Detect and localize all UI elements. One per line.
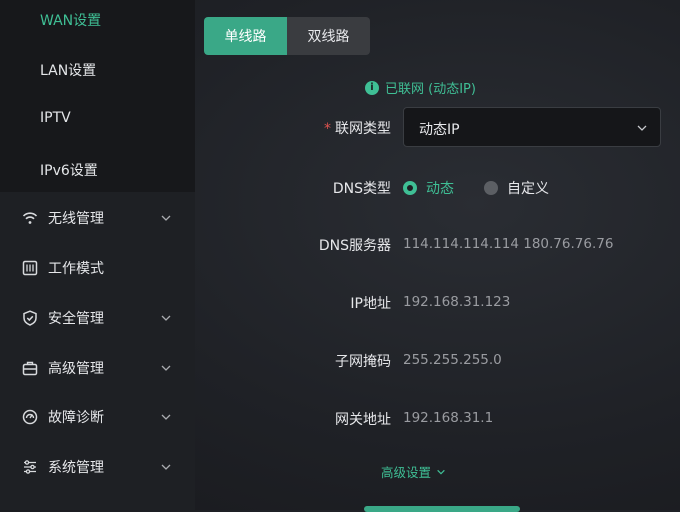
tab-dual-line[interactable]: 双线路 xyxy=(287,17,370,55)
connection-type-label-text: 联网类型 xyxy=(335,121,391,137)
ip-address-label: IP地址 xyxy=(350,296,391,312)
status-text: 已联网 (动态IP) xyxy=(385,82,476,97)
dns-servers-label: DNS服务器 xyxy=(318,238,391,254)
connection-type-select[interactable]: 动态IP xyxy=(403,107,661,147)
shield-icon xyxy=(23,310,37,326)
save-button-edge[interactable] xyxy=(364,506,520,512)
sidebar-item-security[interactable]: 安全管理 xyxy=(0,301,195,335)
chevron-down-icon xyxy=(161,215,171,221)
sidebar-item-advanced[interactable]: 高级管理 xyxy=(0,351,195,385)
toolbox-icon xyxy=(22,361,38,376)
required-mark: * xyxy=(324,121,331,137)
chevron-down-icon xyxy=(161,315,171,321)
dns-servers-value: 114.114.114.114 180.76.76.76 xyxy=(403,236,614,252)
sidebar-item-label: 安全管理 xyxy=(48,311,104,327)
chevron-down-icon xyxy=(161,365,171,371)
tab-single-line[interactable]: 单线路 xyxy=(204,17,287,55)
chevron-down-icon xyxy=(637,125,647,131)
sidebar-item-lan[interactable]: LAN设置 xyxy=(40,60,96,80)
sidebar-item-ipv6[interactable]: IPv6设置 xyxy=(40,160,98,180)
line-mode-tabs: 单线路 双线路 xyxy=(204,17,370,55)
dns-type-dynamic-label: 动态 xyxy=(426,181,454,197)
sidebar-item-label: 无线管理 xyxy=(48,211,104,227)
gateway-label: 网关地址 xyxy=(335,412,391,428)
chevron-down-icon xyxy=(161,414,171,420)
ip-address-value: 192.168.31.123 xyxy=(403,294,511,310)
sidebar-item-iptv[interactable]: IPTV xyxy=(40,110,71,126)
sidebar-item-diagnostics[interactable]: 故障诊断 xyxy=(0,400,195,434)
dns-type-label: DNS类型 xyxy=(332,181,391,197)
connection-type-value: 动态IP xyxy=(419,122,460,138)
sidebar-item-label: 高级管理 xyxy=(48,361,104,377)
radio-selected-icon xyxy=(403,181,417,195)
subnet-mask-value: 255.255.255.0 xyxy=(403,352,502,368)
diagnose-icon xyxy=(22,409,38,425)
sidebar-item-wireless[interactable]: 无线管理 xyxy=(0,201,195,235)
sidebar-item-wan[interactable]: WAN设置 xyxy=(40,10,101,30)
connection-status: i 已联网 (动态IP) xyxy=(365,78,476,97)
chevron-down-icon xyxy=(161,464,171,470)
dns-type-custom-label: 自定义 xyxy=(507,181,549,197)
info-icon: i xyxy=(365,80,379,95)
gateway-value: 192.168.31.1 xyxy=(403,410,494,426)
sidebar: WAN设置 LAN设置 IPTV IPv6设置 无线管理 工作模式 安全管理 高… xyxy=(0,0,195,510)
wifi-icon xyxy=(22,212,38,224)
wan-submenu: WAN设置 LAN设置 IPTV IPv6设置 xyxy=(0,0,195,192)
dns-type-dynamic-radio[interactable]: 动态 xyxy=(403,178,454,198)
sidebar-item-label: 系统管理 xyxy=(48,460,104,476)
settings-sliders-icon xyxy=(24,460,36,474)
sidebar-item-label: 故障诊断 xyxy=(48,410,104,426)
advanced-settings-label: 高级设置 xyxy=(381,465,432,480)
subnet-mask-label: 子网掩码 xyxy=(335,354,391,370)
sidebar-item-label: 工作模式 xyxy=(48,261,104,277)
radio-unselected-icon xyxy=(484,181,498,195)
connection-type-label: * 联网类型 xyxy=(324,118,391,138)
sidebar-item-system[interactable]: 系统管理 xyxy=(0,450,195,484)
sidebar-item-work-mode[interactable]: 工作模式 xyxy=(0,251,195,285)
dns-type-custom-radio[interactable]: 自定义 xyxy=(484,178,549,198)
advanced-settings-toggle[interactable]: 高级设置 xyxy=(381,462,446,481)
chevron-down-icon xyxy=(437,469,445,475)
mode-icon xyxy=(22,260,38,276)
